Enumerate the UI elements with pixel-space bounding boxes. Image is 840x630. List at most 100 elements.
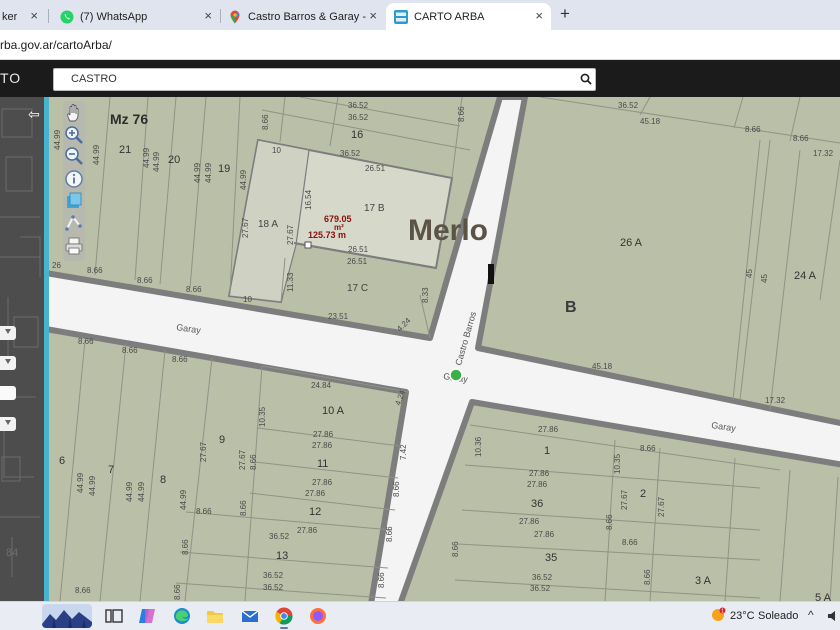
dimension-label: 36.52: [348, 113, 369, 122]
tab-whatsapp[interactable]: (7) WhatsApp ×: [52, 3, 220, 30]
zoom-out-icon[interactable]: [64, 146, 84, 166]
parcel-label: 19: [218, 163, 230, 175]
dimension-label: 44.99: [204, 162, 213, 183]
browser-tabstrip: ker × (7) WhatsApp × Castro Barros & Gar…: [0, 0, 840, 30]
dimension-label: 44.99: [92, 144, 101, 165]
dimension-label: 8.66: [392, 481, 401, 497]
dimension-label: 10.36: [474, 436, 483, 457]
parcel-label: 12: [309, 506, 321, 518]
parcel-label: 20: [168, 154, 180, 166]
parcel-label: 18 A: [258, 219, 278, 230]
tab-carto-arba[interactable]: CARTO ARBA ×: [386, 3, 551, 30]
chevron-up-icon[interactable]: ^: [808, 608, 814, 622]
sidebar-dropdown-1[interactable]: [0, 326, 16, 340]
task-view-icon[interactable]: [104, 606, 124, 626]
close-icon[interactable]: ×: [535, 9, 543, 23]
dimension-label: 27.86: [519, 517, 540, 526]
parcel-label: 17 B: [364, 203, 385, 214]
chrome-icon[interactable]: [274, 606, 294, 626]
search-input[interactable]: CASTRO: [53, 68, 596, 91]
info-icon[interactable]: [64, 169, 84, 189]
address-bar[interactable]: rba.gov.ar/cartoArba/: [0, 30, 840, 60]
print-icon[interactable]: [64, 236, 84, 256]
parcel-label: 21: [119, 144, 131, 156]
parcel-label: 13: [276, 550, 288, 562]
parcel-label: 17 C: [347, 283, 368, 294]
arba-icon: [394, 9, 408, 24]
parcel-label: 36: [531, 498, 543, 510]
chevron-down-icon: [5, 329, 11, 334]
dimension-label: 8.33: [421, 287, 430, 303]
mail-icon[interactable]: [240, 606, 260, 626]
dimension-label: 8.66: [377, 572, 386, 588]
dimension-label: 45: [745, 269, 754, 278]
weather-sun-icon[interactable]: 1: [710, 607, 726, 623]
dimension-label: 44.99: [239, 169, 248, 190]
close-icon[interactable]: ×: [369, 9, 377, 23]
tab-partial[interactable]: ker ×: [0, 3, 46, 30]
weather-temperature[interactable]: 23°C: [730, 610, 755, 622]
zoom-in-icon[interactable]: [64, 125, 84, 145]
sidebar-input[interactable]: [0, 386, 16, 400]
dimension-label: 36.52: [263, 571, 284, 580]
dimension-label: 17.32: [765, 396, 786, 405]
dimension-label: 27.67: [238, 449, 247, 470]
dimension-label: 27.86: [312, 478, 333, 487]
dimension-label: 44.99: [193, 162, 202, 183]
dimension-label: 36.52: [348, 101, 369, 110]
dimension-label: 23.51: [328, 312, 349, 321]
dimension-label: 27.86: [313, 430, 334, 439]
dimension-label: 27.67: [199, 441, 208, 462]
dimension-label: 8.66: [173, 584, 182, 600]
dimension-label: 8.66: [605, 514, 614, 530]
dimension-label: 17.32: [813, 149, 834, 158]
speaker-icon[interactable]: [827, 608, 840, 624]
pan-hand-icon[interactable]: [64, 104, 84, 124]
dimension-label: 26: [52, 261, 61, 270]
edge-icon[interactable]: [172, 606, 192, 626]
dimension-label: 27.67: [241, 217, 250, 238]
dimension-label: 10.35: [613, 453, 622, 474]
dimension-label: 11.33: [286, 272, 295, 292]
dimension-label: 8.66: [172, 355, 188, 364]
dimension-label: 27.67: [286, 224, 295, 245]
close-icon[interactable]: ×: [30, 9, 38, 23]
cadastral-map[interactable]: Mz 76MerloBGarayGarayGarayCastro Barros6…: [49, 97, 840, 601]
weather-condition[interactable]: Soleado: [758, 610, 798, 622]
dimension-label: 24.84: [311, 381, 332, 390]
copilot-icon[interactable]: [137, 606, 157, 626]
sidebar-dropdown-3[interactable]: [0, 417, 16, 431]
sidebar-dropdown-2[interactable]: [0, 356, 16, 370]
search-icon[interactable]: [580, 73, 592, 85]
dimension-label: 36.52: [263, 583, 284, 592]
left-sidebar: 84: [0, 97, 44, 601]
file-explorer-icon[interactable]: [205, 606, 225, 626]
dimension-label: 44.99: [125, 481, 134, 502]
address-url[interactable]: rba.gov.ar/cartoArba/: [0, 38, 112, 52]
parcel-label: 8: [160, 474, 166, 486]
dimension-label: 44.99: [53, 129, 62, 150]
dimension-label: 8.66: [643, 569, 652, 585]
google-maps-icon: [230, 10, 240, 23]
layers-icon[interactable]: [64, 191, 84, 211]
close-icon[interactable]: ×: [204, 9, 212, 23]
dimension-label: 8.66: [622, 538, 638, 547]
map-canvas[interactable]: Mz 76MerloBGarayGarayGarayCastro Barros6…: [49, 97, 840, 601]
landscape-widget-icon[interactable]: [42, 604, 92, 628]
firefox-icon[interactable]: [308, 606, 328, 626]
dimension-label: 44.99: [179, 489, 188, 510]
notification-badge: 1: [721, 609, 724, 615]
dimension-label: 8.66: [640, 444, 656, 453]
tab-separator: [48, 9, 49, 23]
parcel-label: 26 A: [620, 237, 643, 249]
tab-google-maps[interactable]: Castro Barros & Garay - Google ×: [220, 3, 385, 30]
dimension-label: 36.52: [532, 573, 553, 582]
parcel-label: 6: [59, 455, 65, 467]
sidebar-partial-number: 84: [6, 547, 18, 559]
location-marker-icon[interactable]: [449, 368, 463, 382]
back-arrow-icon[interactable]: ⇦: [28, 106, 40, 123]
new-tab-button[interactable]: +: [556, 4, 574, 24]
app-title: TO: [0, 70, 22, 86]
tab-carto-arba-label: CARTO ARBA: [414, 10, 485, 23]
measure-icon[interactable]: [64, 213, 84, 233]
